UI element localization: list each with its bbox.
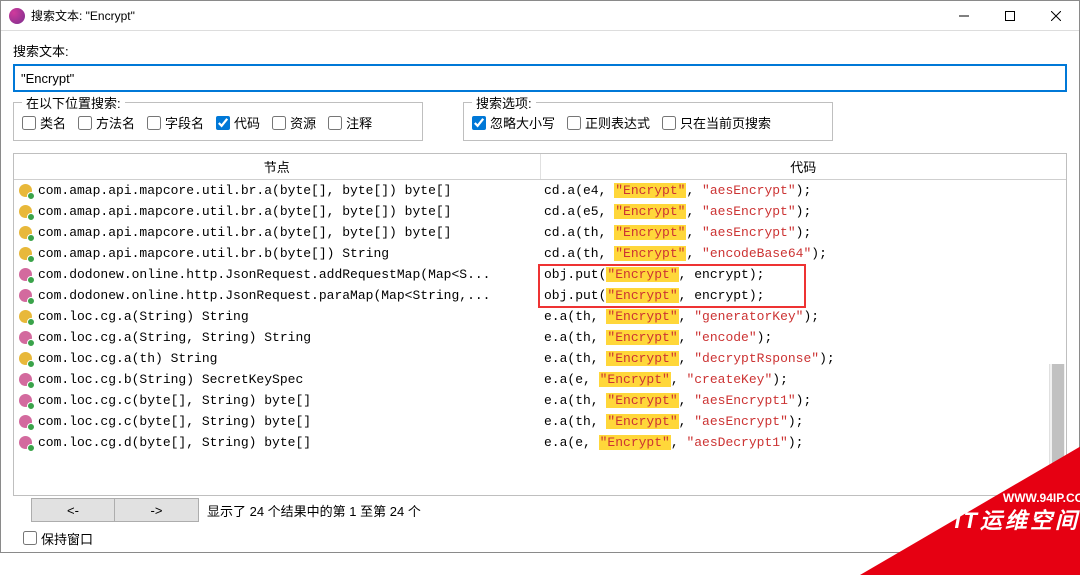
app-icon xyxy=(9,8,25,24)
chk-method-name[interactable]: 方法名 xyxy=(78,113,135,132)
chk-keep-window[interactable]: 保持窗口 xyxy=(23,529,93,548)
status-text: 显示了 24 个结果中的第 1 至第 24 个 xyxy=(207,501,421,520)
node-cell: com.amap.api.mapcore.util.br.a(byte[], b… xyxy=(14,225,532,241)
scroll-thumb[interactable] xyxy=(1052,364,1064,554)
code-cell: cd.a(e5, "Encrypt", "aesEncrypt"); xyxy=(532,204,1066,219)
class-icon xyxy=(16,183,34,199)
node-cell: com.loc.cg.c(byte[], String) byte[] xyxy=(14,414,532,430)
table-row[interactable]: com.amap.api.mapcore.util.br.a(byte[], b… xyxy=(14,180,1066,201)
chk-class-name[interactable]: 类名 xyxy=(22,113,66,132)
table-row[interactable]: com.loc.cg.c(byte[], String) byte[]e.a(t… xyxy=(14,411,1066,432)
node-cell: com.loc.cg.b(String) SecretKeySpec xyxy=(14,372,532,388)
code-cell: e.a(th, "Encrypt", "aesEncrypt1"); xyxy=(532,393,1066,408)
chk-field-name[interactable]: 字段名 xyxy=(147,113,204,132)
nav-bar: <- -> 显示了 24 个结果中的第 1 至第 24 个 xyxy=(13,496,1067,524)
node-cell: com.amap.api.mapcore.util.br.a(byte[], b… xyxy=(14,183,532,199)
code-cell: e.a(th, "Encrypt", "encode"); xyxy=(532,330,1066,345)
node-cell: com.dodonew.online.http.JsonRequest.addR… xyxy=(14,267,532,283)
prev-button[interactable]: <- xyxy=(31,498,115,522)
node-cell: com.loc.cg.d(byte[], String) byte[] xyxy=(14,435,532,451)
titlebar: 搜索文本: "Encrypt" xyxy=(1,1,1079,31)
method-icon xyxy=(16,435,34,451)
chk-code[interactable]: 代码 xyxy=(216,113,260,132)
code-cell: e.a(e, "Encrypt", "aesDecrypt1"); xyxy=(532,435,1066,450)
code-cell: obj.put("Encrypt", encrypt); xyxy=(532,267,1066,282)
method-icon xyxy=(16,288,34,304)
column-headers: 节点 代码 xyxy=(14,154,1066,180)
table-row[interactable]: com.loc.cg.a(String) Stringe.a(th, "Encr… xyxy=(14,306,1066,327)
chk-regex[interactable]: 正则表达式 xyxy=(567,113,650,132)
method-icon xyxy=(16,393,34,409)
node-cell: com.loc.cg.a(th) String xyxy=(14,351,532,367)
table-row[interactable]: com.amap.api.mapcore.util.br.a(byte[], b… xyxy=(14,222,1066,243)
node-cell: com.loc.cg.a(String) String xyxy=(14,309,532,325)
locations-legend: 在以下位置搜索: xyxy=(22,93,125,112)
class-icon xyxy=(16,309,34,325)
node-cell: com.loc.cg.c(byte[], String) byte[] xyxy=(14,393,532,409)
table-row[interactable]: com.amap.api.mapcore.util.br.a(byte[], b… xyxy=(14,201,1066,222)
results-rows[interactable]: com.amap.api.mapcore.util.br.a(byte[], b… xyxy=(14,180,1066,495)
table-row[interactable]: com.amap.api.mapcore.util.br.b(byte[]) S… xyxy=(14,243,1066,264)
search-label: 搜索文本: xyxy=(13,41,1067,60)
code-cell: cd.a(th, "Encrypt", "aesEncrypt"); xyxy=(532,225,1066,240)
next-button[interactable]: -> xyxy=(115,498,199,522)
col-code[interactable]: 代码 xyxy=(541,154,1067,179)
node-cell: com.dodonew.online.http.JsonRequest.para… xyxy=(14,288,532,304)
col-node[interactable]: 节点 xyxy=(14,154,541,179)
maximize-button[interactable] xyxy=(987,1,1033,31)
results-panel: 节点 代码 com.amap.api.mapcore.util.br.a(byt… xyxy=(13,153,1067,496)
method-icon xyxy=(16,330,34,346)
node-cell: com.amap.api.mapcore.util.br.a(byte[], b… xyxy=(14,204,532,220)
class-icon xyxy=(16,204,34,220)
code-cell: e.a(th, "Encrypt", "decryptRsponse"); xyxy=(532,351,1066,366)
code-cell: e.a(th, "Encrypt", "aesEncrypt"); xyxy=(532,414,1066,429)
search-options-fieldset: 搜索选项: 忽略大小写 正则表达式 只在当前页搜索 xyxy=(463,102,833,141)
code-cell: cd.a(e4, "Encrypt", "aesEncrypt"); xyxy=(532,183,1066,198)
code-cell: e.a(th, "Encrypt", "generatorKey"); xyxy=(532,309,1066,324)
content: 搜索文本: 在以下位置搜索: 类名 方法名 字段名 代码 资源 注释 搜索选项:… xyxy=(1,31,1079,552)
chk-ignore-case[interactable]: 忽略大小写 xyxy=(472,113,555,132)
minimize-button[interactable] xyxy=(941,1,987,31)
options-legend: 搜索选项: xyxy=(472,93,536,112)
table-row[interactable]: com.dodonew.online.http.JsonRequest.para… xyxy=(14,285,1066,306)
chk-comment[interactable]: 注释 xyxy=(328,113,372,132)
method-icon xyxy=(16,267,34,283)
chk-current-page[interactable]: 只在当前页搜索 xyxy=(662,113,771,132)
table-row[interactable]: com.loc.cg.c(byte[], String) byte[]e.a(t… xyxy=(14,390,1066,411)
table-row[interactable]: com.loc.cg.a(String, String) Stringe.a(t… xyxy=(14,327,1066,348)
method-icon xyxy=(16,372,34,388)
class-icon xyxy=(16,246,34,262)
window: 搜索文本: "Encrypt" 搜索文本: 在以下位置搜索: 类名 方法名 字段… xyxy=(0,0,1080,553)
search-locations-fieldset: 在以下位置搜索: 类名 方法名 字段名 代码 资源 注释 xyxy=(13,102,423,141)
class-icon xyxy=(16,351,34,367)
scrollbar-vertical[interactable] xyxy=(1049,364,1065,575)
method-icon xyxy=(16,414,34,430)
table-row[interactable]: com.loc.cg.a(th) Stringe.a(th, "Encrypt"… xyxy=(14,348,1066,369)
window-title: 搜索文本: "Encrypt" xyxy=(31,7,941,24)
table-row[interactable]: com.dodonew.online.http.JsonRequest.addR… xyxy=(14,264,1066,285)
search-input[interactable] xyxy=(13,64,1067,92)
chk-resource[interactable]: 资源 xyxy=(272,113,316,132)
code-cell: obj.put("Encrypt", encrypt); xyxy=(532,288,1066,303)
close-button[interactable] xyxy=(1033,1,1079,31)
class-icon xyxy=(16,225,34,241)
node-cell: com.loc.cg.a(String, String) String xyxy=(14,330,532,346)
footer: 保持窗口 xyxy=(13,524,1067,552)
options-row: 在以下位置搜索: 类名 方法名 字段名 代码 资源 注释 搜索选项: 忽略大小写… xyxy=(13,102,1067,141)
code-cell: cd.a(th, "Encrypt", "encodeBase64"); xyxy=(532,246,1066,261)
code-cell: e.a(e, "Encrypt", "createKey"); xyxy=(532,372,1066,387)
table-row[interactable]: com.loc.cg.b(String) SecretKeySpece.a(e,… xyxy=(14,369,1066,390)
node-cell: com.amap.api.mapcore.util.br.b(byte[]) S… xyxy=(14,246,532,262)
table-row[interactable]: com.loc.cg.d(byte[], String) byte[]e.a(e… xyxy=(14,432,1066,453)
